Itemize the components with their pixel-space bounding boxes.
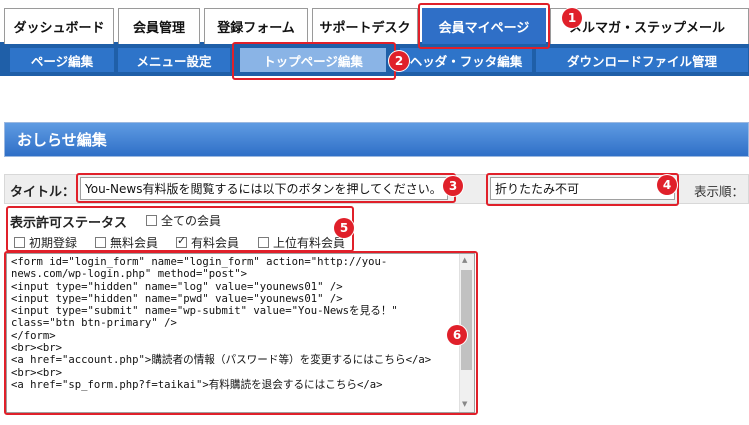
tab-member-management[interactable]: 会員管理	[118, 8, 200, 44]
subtab-page-edit[interactable]: ページ編集	[10, 48, 114, 72]
annotation-box-content	[4, 251, 478, 415]
annotation-badge-1: 1	[562, 8, 582, 28]
display-order-label: 表示順：	[694, 184, 745, 199]
annotation-box-top-page-edit	[232, 42, 396, 80]
tab-registration-form[interactable]: 登録フォーム	[204, 8, 308, 44]
tab-dashboard[interactable]: ダッシュボード	[4, 8, 114, 44]
annotation-box-title	[76, 173, 456, 203]
annotation-box-mypage-tab	[418, 3, 550, 49]
annotation-box-status	[6, 206, 354, 252]
subtab-menu-settings[interactable]: メニュー設定	[118, 48, 230, 72]
tab-support-desk[interactable]: サポートデスク	[312, 8, 418, 44]
annotation-badge-5: 5	[334, 218, 354, 238]
title-label: タイトル：	[10, 185, 76, 200]
subtab-download-file-management[interactable]: ダウンロードファイル管理	[536, 48, 748, 72]
annotation-badge-6: 6	[447, 325, 467, 345]
section-title: おしらせ編集	[17, 131, 107, 149]
annotation-badge-4: 4	[657, 175, 677, 195]
subtab-header-footer-edit[interactable]: ヘッダ・フッタ編集	[400, 48, 532, 72]
annotation-badge-3: 3	[443, 176, 463, 196]
annotation-box-fold	[486, 173, 679, 206]
section-header: おしらせ編集	[4, 122, 749, 157]
annotation-badge-2: 2	[389, 51, 409, 71]
